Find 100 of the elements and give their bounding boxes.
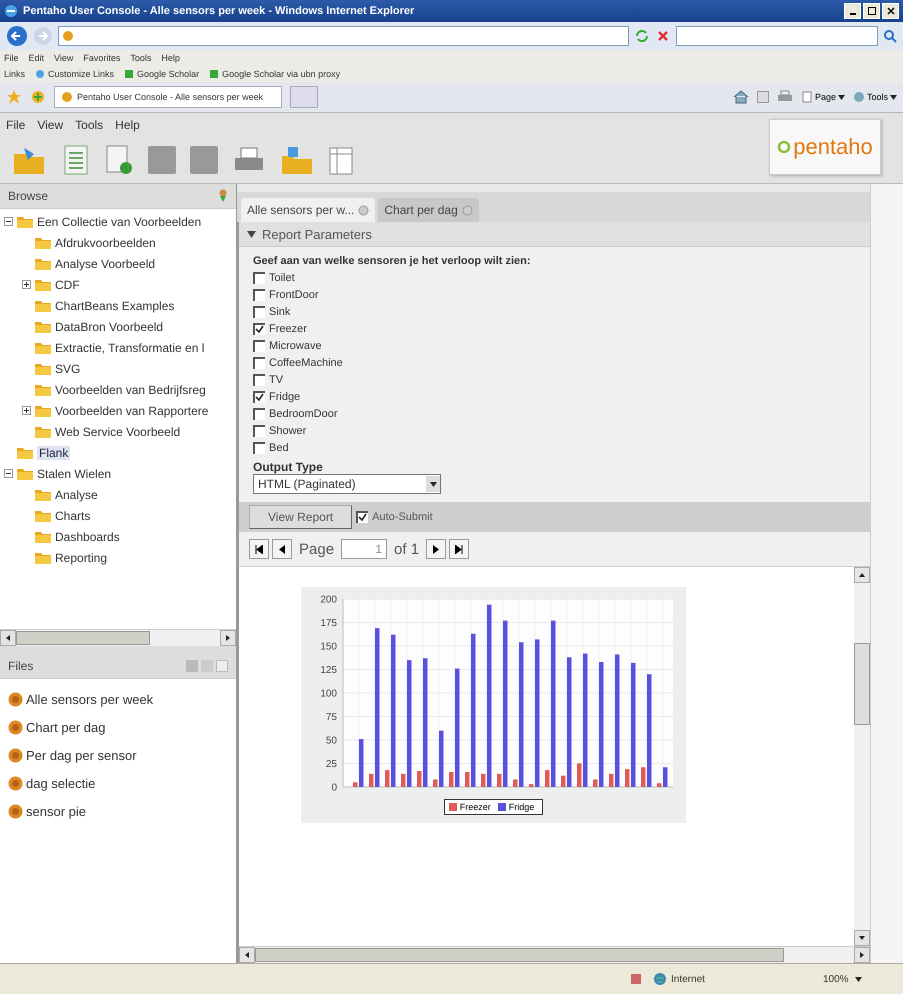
menu-item[interactable]: Help [161, 53, 180, 63]
folder-icon [35, 404, 51, 417]
tab[interactable]: Chart per dag [378, 198, 479, 222]
collapse-toggle[interactable] [4, 469, 13, 478]
tree-item[interactable]: Web Service Voorbeeld [55, 424, 180, 438]
bar [359, 739, 364, 787]
section-header[interactable]: Report Parameters [239, 222, 870, 247]
menu-item[interactable]: Tools [75, 118, 104, 132]
tree-item[interactable]: Extractie, Transformatie en l [55, 340, 204, 354]
tree-item[interactable]: Reporting [55, 550, 108, 564]
page-field[interactable]: 1 [341, 539, 388, 559]
page-count: of 1 [393, 540, 420, 558]
checkbox[interactable] [253, 356, 265, 368]
report-file-entry[interactable]: Per dag per sensor [26, 748, 137, 762]
feed-icon[interactable] [756, 91, 769, 103]
search-icon[interactable] [883, 29, 897, 43]
add-favorite-icon[interactable] [30, 89, 46, 105]
tree-item[interactable]: DataBron Voorbeeld [55, 320, 164, 334]
horizontal-scrollbar[interactable] [239, 946, 870, 963]
tree-icon[interactable] [218, 189, 228, 203]
refresh-icon[interactable] [634, 28, 650, 44]
star-icon[interactable] [6, 89, 22, 105]
first-page-button[interactable] [249, 539, 269, 559]
checkbox[interactable] [253, 306, 265, 318]
page-scrollbar[interactable] [870, 184, 903, 963]
expand-toggle[interactable] [22, 406, 31, 415]
link[interactable]: Google Scholar [124, 69, 200, 79]
tree-item[interactable]: Een Collectie van Voorbeelden [37, 214, 202, 228]
output-type-dropdown[interactable]: HTML (Paginated) [253, 474, 441, 494]
search-field[interactable] [676, 26, 878, 46]
menu-item[interactable]: File [4, 53, 19, 63]
checkbox[interactable] [253, 272, 265, 284]
checkbox[interactable] [253, 340, 265, 352]
tree-item[interactable]: Analyse [55, 488, 98, 502]
tree-item[interactable]: Afdrukvoorbeelden [55, 236, 156, 250]
checkbox-label: Bed [269, 442, 289, 454]
tab[interactable]: Alle sensors per w... [241, 198, 376, 222]
command-button[interactable]: Page [800, 91, 845, 103]
checkbox[interactable] [253, 442, 265, 454]
link[interactable]: Google Scholar via ubn proxy [209, 69, 340, 79]
tree-item[interactable]: SVG [55, 362, 80, 376]
report-file-entry[interactable]: sensor pie [26, 804, 86, 818]
close-button[interactable] [882, 3, 899, 19]
menu-item[interactable]: Help [115, 118, 140, 132]
print-icon[interactable] [776, 90, 793, 104]
report-file-entry[interactable]: dag selectie [26, 776, 96, 790]
tree-item[interactable]: CDF [55, 278, 80, 292]
previous-page-button[interactable] [272, 539, 292, 559]
report-file-entry[interactable]: Alle sensors per week [26, 692, 154, 706]
checkbox[interactable] [253, 288, 265, 300]
checkbox[interactable] [253, 424, 265, 436]
browser-tab[interactable]: Pentaho User Console - Alle sensors per week [54, 86, 282, 108]
checkbox[interactable] [253, 390, 265, 402]
page-label: Page [298, 540, 336, 558]
tree-item[interactable]: Dashboards [55, 530, 120, 544]
command-button[interactable]: Tools [852, 91, 897, 103]
maximize-button[interactable] [863, 3, 880, 19]
minimize-button[interactable] [844, 3, 861, 19]
zoom-level[interactable]: 100% [823, 974, 893, 984]
link[interactable]: Customize Links [35, 69, 114, 79]
folder-icon [35, 299, 51, 312]
menu-item[interactable]: Favorites [83, 53, 120, 63]
home-icon[interactable] [732, 90, 749, 104]
menu-item[interactable]: Tools [130, 53, 152, 63]
next-page-button[interactable] [426, 539, 446, 559]
collapse-toggle[interactable] [4, 217, 13, 226]
tree-item[interactable]: Stalen Wielen [37, 466, 112, 480]
checkbox[interactable] [253, 408, 265, 420]
menu-item[interactable]: File [6, 118, 26, 132]
menu-item[interactable]: View [37, 118, 64, 132]
last-page-button[interactable] [449, 539, 470, 559]
document-icon[interactable] [62, 144, 90, 176]
folder-icon[interactable] [280, 144, 314, 176]
axis-tick-label: 75 [326, 712, 337, 723]
tree-item[interactable]: Analyse Voorbeeld [55, 256, 156, 270]
scrollbar-thumb[interactable] [854, 643, 870, 725]
vertical-scrollbar[interactable] [854, 567, 870, 946]
new-report-icon[interactable] [104, 144, 134, 176]
checkbox[interactable] [253, 374, 265, 386]
tree-item[interactable]: Flank [37, 446, 70, 460]
legend-label: Freezer [460, 802, 491, 812]
tree-item[interactable]: Charts [55, 508, 90, 522]
tab-close-icon[interactable] [358, 204, 370, 216]
report-file-entry[interactable]: Chart per dag [26, 720, 106, 734]
menu-item[interactable]: View [54, 53, 74, 63]
view-report-button[interactable]: View Report [249, 505, 352, 529]
tree-item[interactable]: Voorbeelden van Bedrijfsreg [55, 382, 206, 396]
bar [353, 782, 358, 787]
report-icon [8, 776, 23, 790]
tree-item[interactable]: Voorbeelden van Rapportere [55, 404, 208, 418]
tree-item[interactable]: ChartBeans Examples [55, 298, 174, 312]
expand-toggle[interactable] [22, 280, 31, 289]
menu-item[interactable]: Edit [28, 53, 44, 63]
back-icon[interactable] [6, 25, 28, 47]
horizontal-scrollbar[interactable] [0, 629, 236, 646]
security-zone: Internet [653, 972, 813, 986]
bar [577, 764, 582, 787]
checkbox[interactable] [253, 322, 265, 334]
address-field[interactable] [58, 26, 629, 46]
checkbox[interactable] [356, 511, 368, 523]
